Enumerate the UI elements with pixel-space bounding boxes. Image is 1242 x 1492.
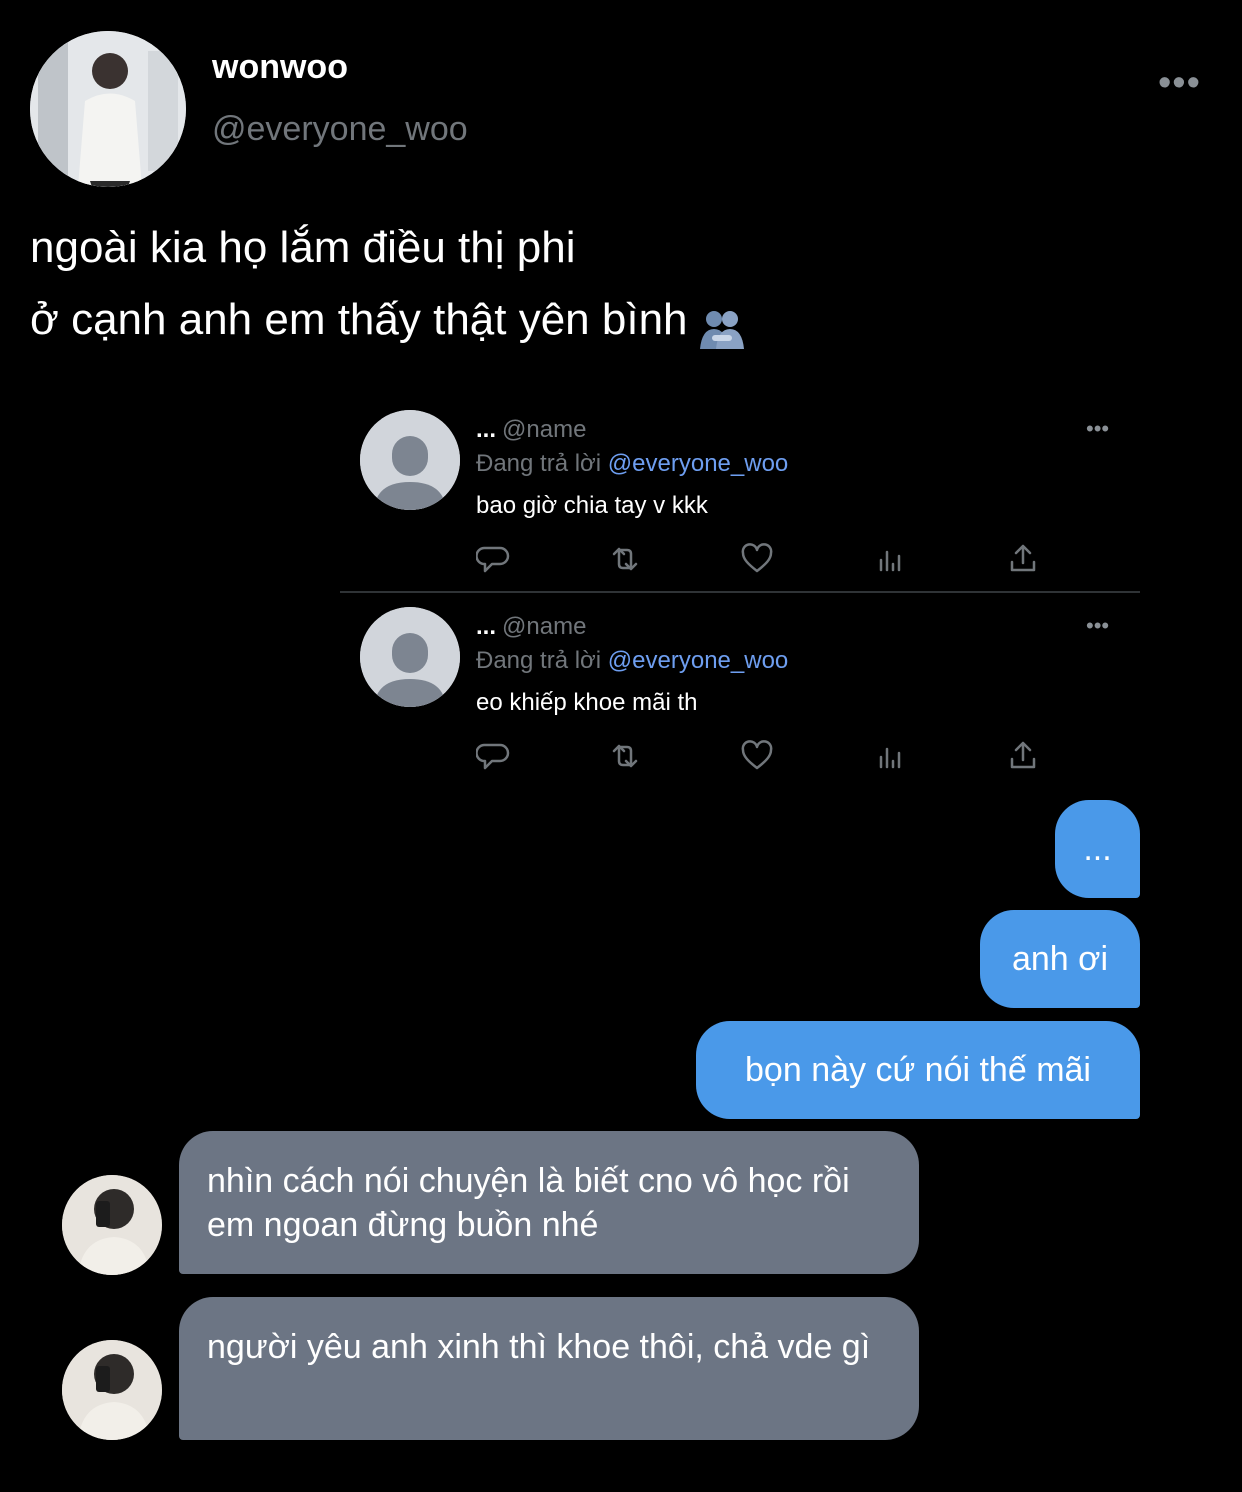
like-icon[interactable]	[740, 739, 774, 773]
reply-author-handle: @name	[502, 416, 587, 443]
tweet-text: ngoài kia họ lắm điều thị phi ở cạnh anh…	[30, 212, 746, 356]
reply-icon[interactable]	[476, 542, 510, 576]
replying-mention[interactable]: @everyone_woo	[608, 647, 788, 674]
reply-author-handle: @name	[502, 613, 587, 640]
share-icon[interactable]	[1006, 739, 1040, 773]
sent-message: anh ơi	[980, 910, 1140, 1008]
reply-text: bao giờ chia tay v kkk	[476, 492, 708, 519]
sent-message: bọn này cứ nói thế mãi	[696, 1021, 1140, 1119]
wonwoo-chat-avatar	[62, 1175, 162, 1275]
tweet-line-2: ở cạnh anh em thấy thật yên bình	[30, 284, 746, 356]
reply-more-icon[interactable]: •••	[1086, 613, 1109, 639]
reply-card[interactable]: ... @name ••• Đang trả lời @everyone_woo …	[340, 607, 1140, 782]
analytics-icon[interactable]	[874, 739, 908, 773]
reply-author-name: ...	[476, 416, 497, 443]
wonwoo-chat-avatar	[62, 1340, 162, 1440]
tweet-line-2-text: ở cạnh anh em thấy thật yên bình	[30, 295, 688, 344]
like-icon[interactable]	[740, 542, 774, 576]
reply-author[interactable]: ... @name	[476, 613, 586, 641]
more-options-icon[interactable]: •••	[1158, 62, 1201, 105]
reply-card[interactable]: ... @name ••• Đang trả lời @everyone_woo …	[340, 410, 1140, 591]
author-display-name[interactable]: wonwoo	[212, 48, 348, 87]
author-handle[interactable]: @everyone_woo	[212, 110, 468, 149]
default-avatar-icon[interactable]	[360, 410, 460, 510]
retweet-icon[interactable]	[608, 739, 642, 773]
replying-prefix: Đang trả lời	[476, 647, 602, 674]
reply-text: eo khiếp khoe mãi th	[476, 689, 698, 716]
analytics-icon[interactable]	[874, 542, 908, 576]
replying-to: Đang trả lời @everyone_woo	[476, 647, 788, 675]
retweet-icon[interactable]	[608, 542, 642, 576]
replying-mention[interactable]: @everyone_woo	[608, 450, 788, 477]
received-message: người yêu anh xinh thì khoe thôi, chả vd…	[179, 1297, 919, 1440]
reply-author-name: ...	[476, 613, 497, 640]
share-icon[interactable]	[1006, 542, 1040, 576]
default-avatar-icon[interactable]	[360, 607, 460, 707]
reply-author[interactable]: ... @name	[476, 416, 586, 444]
received-message: nhìn cách nói chuyện là biết cno vô học …	[179, 1131, 919, 1274]
sent-message: ...	[1055, 800, 1140, 898]
reply-divider	[340, 591, 1140, 593]
people-hugging-emoji-icon	[698, 301, 746, 350]
author-avatar[interactable]	[30, 31, 186, 187]
reply-more-icon[interactable]: •••	[1086, 416, 1109, 442]
reply-icon[interactable]	[476, 739, 510, 773]
tweet-line-1: ngoài kia họ lắm điều thị phi	[30, 223, 576, 272]
replying-to: Đang trả lời @everyone_woo	[476, 450, 788, 478]
replying-prefix: Đang trả lời	[476, 450, 602, 477]
